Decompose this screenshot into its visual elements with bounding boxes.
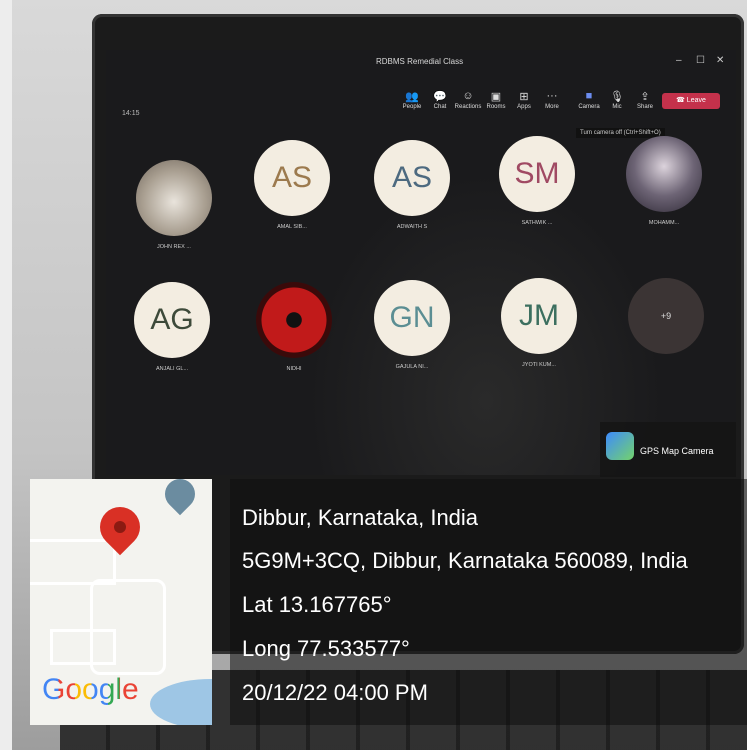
more-participants-tile[interactable]: +9: [628, 278, 704, 354]
location-longitude: Long 77.533577°: [242, 636, 410, 661]
chat-button[interactable]: 💬 Chat: [426, 90, 454, 124]
rooms-label: Rooms: [486, 104, 506, 110]
share-icon: ⇪: [640, 91, 650, 103]
participant-photo: [256, 282, 332, 358]
mic-icon: 🎙: [610, 91, 624, 103]
more-label: More: [545, 104, 559, 110]
close-icon[interactable]: ✕: [716, 55, 724, 66]
camera-button[interactable]: ■ Camera: [576, 90, 602, 110]
share-button[interactable]: ⇪ Share: [632, 90, 658, 110]
location-latitude: Lat 13.167765°: [242, 592, 392, 617]
leave-label: Leave: [686, 97, 706, 104]
participant-name: ANJALI GL...: [155, 366, 189, 372]
participant-name: SATHWIK ...: [521, 220, 553, 226]
participant-avatar: AS: [374, 140, 450, 216]
participant-tile[interactable]: GN GAJULA NI...: [374, 280, 450, 370]
participant-tile[interactable]: JOHN REX ...: [136, 160, 212, 250]
participant-photo: [136, 160, 212, 236]
meeting-timer: 14:15: [122, 110, 140, 117]
rooms-button[interactable]: ▣ Rooms: [482, 90, 510, 124]
participant-name: AMAL SIB...: [277, 224, 307, 230]
google-logo-text: Google: [42, 673, 139, 706]
participant-name: MOHAMM...: [648, 220, 680, 226]
participant-avatar: AS: [254, 140, 330, 216]
participant-name: ADWAITH S: [396, 224, 428, 230]
meeting-toolbar: 👥 People 💬 Chat ☺ Reactions ▣ Rooms ⊞ Apps ··…: [398, 90, 566, 124]
camera-icon: ■: [585, 90, 593, 102]
location-pin-dot: [114, 521, 126, 533]
chat-label: Chat: [433, 104, 447, 110]
more-button[interactable]: ··· More: [538, 90, 566, 124]
participant-tile[interactable]: AS AMAL SIB...: [254, 140, 330, 230]
participant-avatar: AG: [134, 282, 210, 358]
participant-tile[interactable]: AS ADWAITH S: [374, 140, 450, 230]
gps-map-camera-icon: [606, 432, 634, 460]
mic-button[interactable]: 🎙 Mic: [604, 90, 630, 110]
participant-name: NIDHI: [286, 366, 302, 372]
more-participants-count: +9: [628, 278, 704, 354]
google-logo: Google: [42, 673, 139, 707]
map-thumbnail: Google: [30, 479, 212, 725]
participant-avatar: JM: [501, 278, 577, 354]
reactions-button[interactable]: ☺ Reactions: [454, 90, 482, 124]
participant-tile[interactable]: MOHAMM...: [626, 136, 702, 226]
participant-avatar: SM: [499, 136, 575, 212]
share-label: Share: [636, 104, 653, 110]
participant-tile[interactable]: AG ANJALI GL...: [134, 282, 210, 372]
map-road: [50, 629, 116, 665]
participant-tile[interactable]: SM SATHWIK ...: [499, 136, 575, 226]
camera-label: Camera: [578, 104, 600, 110]
rooms-icon: ▣: [490, 91, 502, 103]
participant-tile[interactable]: JM JYOTI KUM...: [501, 278, 577, 368]
chat-icon: 💬: [433, 91, 447, 103]
people-label: People: [402, 104, 422, 110]
meeting-title: RDBMS Remedial Class: [376, 57, 464, 66]
title-bar: RDBMS Remedial Class – ☐ ✕: [106, 50, 736, 74]
location-datetime: 20/12/22 04:00 PM: [242, 680, 428, 705]
reactions-icon: ☺: [462, 90, 474, 102]
map-water: [150, 679, 212, 725]
participant-name: JOHN REX ...: [157, 244, 191, 250]
reactions-label: Reactions: [454, 104, 482, 110]
maximize-icon[interactable]: ☐: [696, 55, 705, 66]
apps-button[interactable]: ⊞ Apps: [510, 90, 538, 124]
participant-photo: [626, 136, 702, 212]
poi-marker-icon: [158, 479, 202, 516]
participant-name: GAJULA NI...: [395, 364, 429, 370]
minimize-icon[interactable]: –: [676, 55, 682, 66]
people-icon: 👥: [405, 91, 419, 103]
participant-name: JYOTI KUM...: [522, 362, 556, 368]
location-address: 5G9M+3CQ, Dibbur, Karnataka 560089, Indi…: [242, 548, 688, 573]
gps-camera-label: GPS Map Camera: [640, 446, 714, 456]
wall-edge: [0, 0, 12, 750]
people-button[interactable]: 👥 People: [398, 90, 426, 124]
mic-label: Mic: [612, 104, 622, 110]
more-icon: ···: [546, 90, 558, 102]
gps-camera-badge: GPS Map Camera: [600, 422, 736, 477]
meeting-screen: RDBMS Remedial Class – ☐ ✕ 14:15 👥 People…: [106, 50, 736, 475]
apps-label: Apps: [517, 104, 531, 110]
leave-button[interactable]: ☎ Leave: [662, 93, 720, 109]
participant-tile[interactable]: NIDHI: [256, 282, 332, 372]
apps-icon: ⊞: [519, 91, 529, 103]
location-place: Dibbur, Karnataka, India: [242, 505, 479, 530]
participant-avatar: GN: [374, 280, 450, 356]
